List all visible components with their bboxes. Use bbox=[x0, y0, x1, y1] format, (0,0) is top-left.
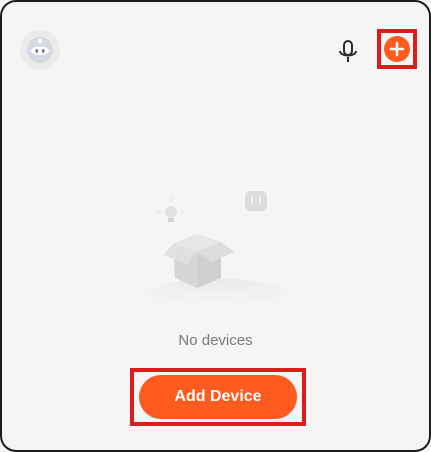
app-screen: No devices Add Device bbox=[2, 2, 429, 450]
add-icon-highlight[interactable] bbox=[377, 29, 417, 69]
add-device-button[interactable]: Add Device bbox=[139, 375, 297, 419]
add-device-highlight[interactable]: Add Device bbox=[130, 368, 306, 426]
smart-plug-icon bbox=[245, 191, 267, 211]
avatar[interactable] bbox=[20, 30, 60, 70]
add-button[interactable] bbox=[384, 36, 410, 62]
microphone-icon bbox=[339, 40, 357, 62]
empty-state-message: No devices bbox=[178, 332, 253, 349]
empty-state-illustration bbox=[127, 182, 307, 312]
microphone-button[interactable] bbox=[334, 38, 362, 66]
robot-avatar-icon bbox=[27, 37, 53, 63]
top-bar bbox=[2, 2, 429, 102]
plus-circle-icon bbox=[389, 41, 405, 57]
lightbulb-icon bbox=[157, 198, 185, 222]
